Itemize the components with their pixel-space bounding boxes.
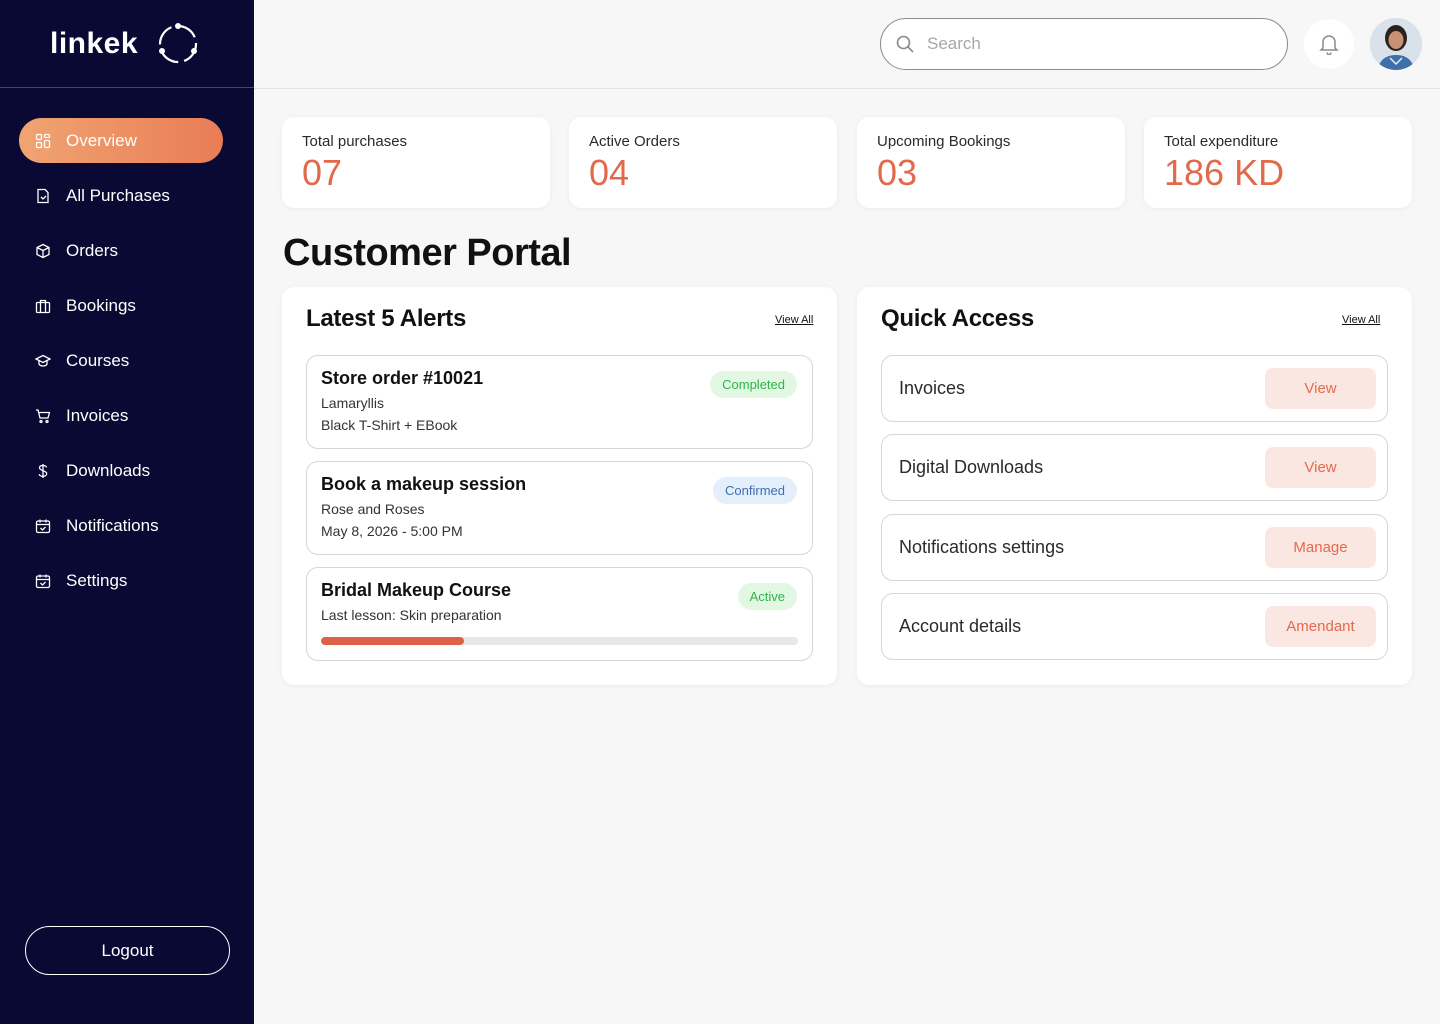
sidebar: linkek Overview All Purchases Orders Boo… <box>0 0 254 1024</box>
status-badge: Confirmed <box>713 477 797 504</box>
sidebar-item-label: Notifications <box>66 515 159 535</box>
logo-icon <box>158 22 198 63</box>
quick-access-item-digital-downloads: Digital Downloads View <box>881 434 1388 501</box>
sidebar-item-all-purchases[interactable]: All Purchases <box>19 173 223 218</box>
sidebar-item-label: All Purchases <box>66 185 170 205</box>
sidebar-item-downloads[interactable]: Downloads <box>19 448 223 493</box>
stat-card-total-purchases: Total purchases 07 <box>282 117 550 208</box>
user-photo <box>1370 18 1422 70</box>
bell-icon <box>1319 35 1339 55</box>
quick-access-view-all-link[interactable]: View All <box>1342 314 1380 326</box>
panel-title: Quick Access <box>881 305 1034 332</box>
quick-access-label: Digital Downloads <box>899 457 1044 477</box>
stat-label: Active Orders <box>589 133 680 150</box>
cart-icon <box>35 408 51 424</box>
alert-detail: May 8, 2026 - 5:00 PM <box>321 523 463 539</box>
sidebar-item-overview[interactable]: Overview <box>19 118 223 163</box>
stat-label: Total purchases <box>302 133 408 150</box>
view-invoices-button[interactable]: View <box>1265 368 1376 409</box>
avatar[interactable] <box>1370 18 1422 70</box>
sidebar-item-label: Settings <box>66 570 128 590</box>
alerts-panel: Latest 5 Alerts View All Store order #10… <box>282 287 837 685</box>
sidebar-item-orders[interactable]: Orders <box>19 228 223 273</box>
alerts-view-all-link[interactable]: View All <box>775 314 813 326</box>
page-title: Customer Portal <box>283 232 572 274</box>
status-badge: Active <box>737 583 797 610</box>
calendar-check-icon <box>35 573 51 589</box>
sidebar-nav: Overview All Purchases Orders Bookings C… <box>19 118 223 613</box>
search-icon <box>896 35 914 53</box>
sidebar-item-label: Courses <box>66 350 130 370</box>
alert-detail: Black T-Shirt + EBook <box>321 417 458 433</box>
sidebar-item-notifications[interactable]: Notifications <box>19 503 223 548</box>
quick-access-item-invoices: Invoices View <box>881 355 1388 422</box>
panel-title: Latest 5 Alerts <box>306 305 467 332</box>
stat-card-upcoming-bookings: Upcoming Bookings 03 <box>857 117 1125 208</box>
stat-label: Upcoming Bookings <box>877 133 1011 150</box>
briefcase-icon <box>35 298 51 314</box>
sidebar-item-label: Bookings <box>66 295 136 315</box>
manage-notifications-button[interactable]: Manage <box>1265 527 1376 568</box>
amend-account-button[interactable]: Amendant <box>1265 606 1376 647</box>
status-badge: Completed <box>710 371 797 398</box>
stat-value: 186 KD <box>1164 152 1285 193</box>
sidebar-item-label: Overview <box>66 130 137 150</box>
sidebar-item-courses[interactable]: Courses <box>19 338 223 383</box>
sidebar-item-invoices[interactable]: Invoices <box>19 393 223 438</box>
top-bar <box>254 0 1440 89</box>
alert-card[interactable]: Bridal Makeup Course Last lesson: Skin p… <box>306 567 813 661</box>
view-downloads-button[interactable]: View <box>1265 447 1376 488</box>
notifications-button[interactable] <box>1304 19 1354 69</box>
stat-card-active-orders: Active Orders 04 <box>569 117 837 208</box>
graduation-cap-icon <box>35 353 51 369</box>
search-box[interactable] <box>880 18 1288 70</box>
calendar-check-icon <box>35 518 51 534</box>
dollar-icon <box>35 463 51 479</box>
stat-value: 07 <box>302 152 343 193</box>
box-icon <box>35 243 51 259</box>
alert-subtitle: Last lesson: Skin preparation <box>321 607 502 623</box>
alert-title: Bridal Makeup Course <box>321 580 512 600</box>
stat-label: Total expenditure <box>1164 133 1279 150</box>
grid-icon <box>35 133 51 149</box>
stat-value: 04 <box>589 152 630 193</box>
stat-value: 03 <box>877 152 918 193</box>
progress-fill <box>321 637 465 645</box>
search-input[interactable] <box>927 34 1267 54</box>
sidebar-item-label: Invoices <box>66 405 129 425</box>
sidebar-item-label: Downloads <box>66 460 151 480</box>
document-icon <box>35 188 51 204</box>
brand-name: linkek <box>50 26 139 60</box>
quick-access-item-account-details: Account details Amendant <box>881 593 1388 660</box>
quick-access-label: Invoices <box>899 378 966 398</box>
course-progress-bar <box>321 637 798 645</box>
stat-card-total-expenditure: Total expenditure 186 KD <box>1144 117 1412 208</box>
sidebar-item-bookings[interactable]: Bookings <box>19 283 223 328</box>
quick-access-panel: Quick Access View All Invoices View Digi… <box>857 287 1412 685</box>
quick-access-label: Notifications settings <box>899 537 1065 557</box>
sidebar-item-settings[interactable]: Settings <box>19 558 223 603</box>
sidebar-item-label: Orders <box>66 240 118 260</box>
alert-card[interactable]: Store order #10021 Lamaryllis Black T-Sh… <box>306 355 813 449</box>
brand: linkek <box>0 0 254 88</box>
quick-access-label: Account details <box>899 616 1022 636</box>
quick-access-item-notifications-settings: Notifications settings Manage <box>881 514 1388 581</box>
alert-card[interactable]: Book a makeup session Rose and Roses May… <box>306 461 813 555</box>
logout-button[interactable]: Logout <box>25 926 230 975</box>
